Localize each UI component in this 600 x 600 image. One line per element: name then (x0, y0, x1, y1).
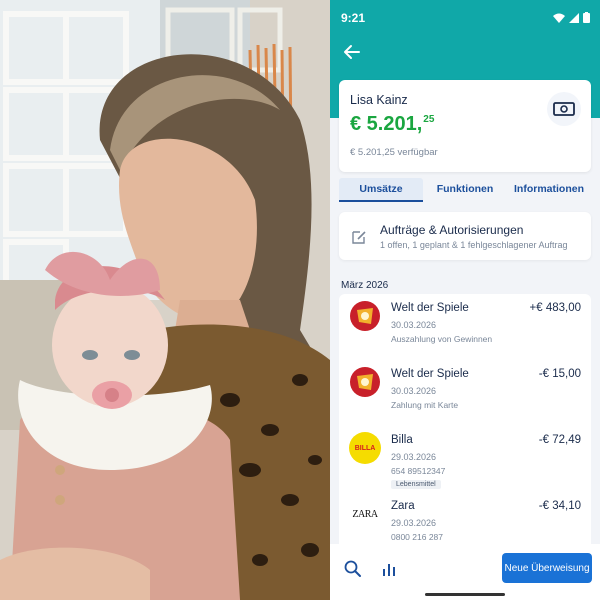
transaction-description: 654 89512347 (391, 466, 446, 476)
zara-logo: ZARA (349, 498, 381, 530)
status-bar: 9:21 (330, 0, 600, 34)
home-indicator (425, 593, 505, 596)
tab-informationen[interactable]: Informationen (507, 178, 591, 202)
banknote-icon[interactable] (547, 92, 581, 126)
month-header: März 2026 (341, 280, 389, 291)
orders-card[interactable]: Aufträge & Autorisierungen 1 offen, 1 ge… (339, 212, 591, 260)
transaction-row[interactable]: Welt der Spiele 30.03.2026 Zahlung mit K… (339, 360, 591, 426)
transaction-name: Welt der Spiele (391, 302, 469, 314)
welt-der-spiele-logo (349, 366, 381, 398)
transaction-amount: +€ 483,00 (529, 302, 581, 314)
billa-logo: BILLA (349, 432, 381, 464)
transaction-date: 30.03.2026 (391, 386, 437, 396)
banking-app-screen: 9:21 Lisa Kainz € 5.201,25 € 5.201,25 ve… (330, 0, 600, 600)
wifi-icon (553, 13, 565, 23)
transaction-description: Auszahlung von Gewinnen (391, 334, 493, 344)
transaction-date: 29.03.2026 (391, 518, 437, 528)
account-tabs: Umsätze Funktionen Informationen (339, 178, 591, 202)
available-balance: € 5.201,25 verfügbar (350, 147, 438, 158)
account-balance: € 5.201,25 (350, 113, 435, 135)
transaction-amount: -€ 72,49 (538, 434, 581, 446)
transaction-description: Zahlung mit Karte (391, 400, 459, 410)
status-time: 9:21 (341, 11, 366, 25)
tab-funktionen[interactable]: Funktionen (423, 178, 507, 202)
transaction-name: Billa (391, 434, 413, 446)
photo-mother-and-baby (0, 0, 330, 600)
transaction-amount: -€ 15,00 (538, 368, 581, 380)
search-icon[interactable] (342, 558, 364, 580)
transaction-row[interactable]: Welt der Spiele 30.03.2026 Auszahlung vo… (339, 294, 591, 360)
welt-der-spiele-logo (349, 300, 381, 332)
bottom-bar: Neue Überweisung (330, 544, 600, 600)
back-arrow-icon[interactable] (340, 40, 364, 64)
battery-icon (583, 12, 590, 23)
transaction-description: 0800 216 287 (391, 532, 443, 542)
orders-subtitle: 1 offen, 1 geplant & 1 fehlgeschlagener … (380, 240, 568, 250)
transaction-amount: -€ 34,10 (538, 500, 581, 512)
new-transfer-button[interactable]: Neue Überweisung (502, 553, 592, 583)
orders-title: Aufträge & Autorisierungen (380, 223, 524, 237)
transaction-list: Welt der Spiele 30.03.2026 Auszahlung vo… (339, 294, 591, 544)
account-card[interactable]: Lisa Kainz € 5.201,25 € 5.201,25 verfügb… (339, 80, 591, 172)
transaction-row[interactable]: BILLA Billa 29.03.2026 654 89512347 Lebe… (339, 426, 591, 492)
edit-icon (352, 231, 366, 244)
transaction-date: 30.03.2026 (391, 320, 437, 330)
account-owner: Lisa Kainz (350, 93, 408, 107)
transaction-name: Zara (391, 500, 415, 512)
transaction-row[interactable]: ZARA Zara 29.03.2026 0800 216 287 -€ 34,… (339, 492, 591, 544)
tab-umsaetze[interactable]: Umsätze (339, 178, 423, 202)
statistics-icon[interactable] (378, 558, 400, 580)
transaction-date: 29.03.2026 (391, 452, 437, 462)
category-tag: Lebensmittel (391, 480, 441, 489)
transaction-name: Welt der Spiele (391, 368, 469, 380)
signal-icon (569, 12, 579, 23)
